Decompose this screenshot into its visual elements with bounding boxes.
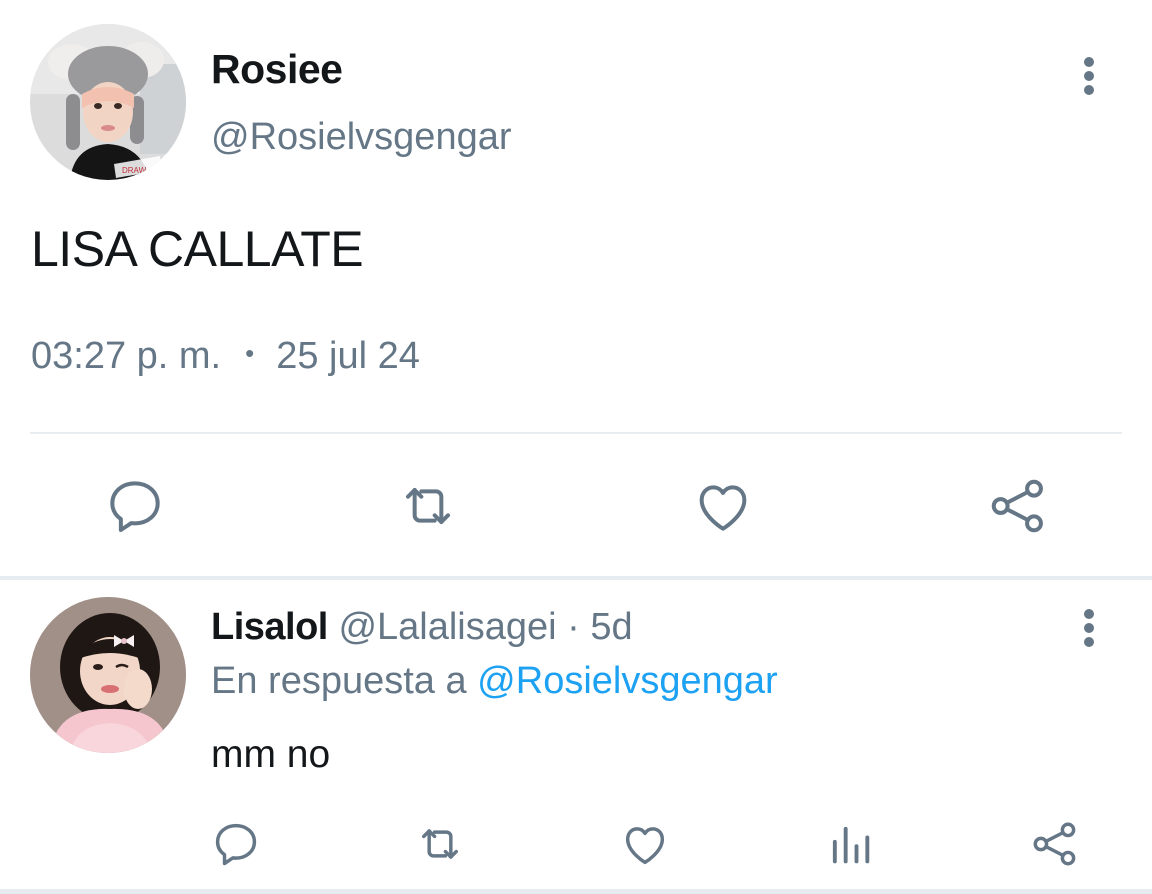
like-button[interactable] xyxy=(691,474,755,538)
share-icon xyxy=(1033,822,1076,866)
profile-photo-lisalol-icon xyxy=(30,597,186,753)
tweet-date: 25 jul 24 xyxy=(276,335,420,377)
reply-text: mm no xyxy=(211,733,331,776)
like-icon xyxy=(699,485,747,531)
reply-share-button[interactable] xyxy=(1029,818,1081,870)
reply-analytics-button[interactable] xyxy=(824,818,876,870)
reply-context: En respuesta a @Rosielvsgengar xyxy=(211,660,778,703)
reply-like-button[interactable] xyxy=(619,818,671,870)
tweet-thread: DRAW Rosiee @Rosielvsgengar LISA CALLATE… xyxy=(0,0,1152,894)
reply-retweet-button[interactable] xyxy=(414,818,466,870)
reply-separator: · xyxy=(567,606,580,648)
reply-button[interactable] xyxy=(103,474,167,538)
reply-icon xyxy=(215,823,257,866)
reply-handle[interactable]: @Lalalisagei xyxy=(338,606,556,648)
svg-text:DRAW: DRAW xyxy=(122,166,147,175)
analytics-icon xyxy=(832,826,870,864)
bottom-divider xyxy=(0,889,1152,894)
display-name[interactable]: Rosiee xyxy=(211,46,343,93)
reply-icon xyxy=(110,481,160,532)
share-button[interactable] xyxy=(986,474,1050,538)
more-vertical-icon xyxy=(1084,609,1094,647)
divider xyxy=(30,432,1122,434)
more-vertical-icon xyxy=(1084,57,1094,95)
tweet-time: 03:27 p. m. xyxy=(31,335,222,377)
retweet-icon xyxy=(406,488,450,524)
reply-more-options-button[interactable] xyxy=(1072,608,1106,648)
avatar[interactable]: DRAW xyxy=(30,24,186,180)
reply-display-name[interactable]: Lisalol xyxy=(211,606,328,648)
reply-context-prefix: En respuesta a xyxy=(211,660,467,702)
meta-separator: • xyxy=(245,338,255,368)
share-icon xyxy=(991,479,1043,533)
section-divider xyxy=(0,576,1152,580)
more-options-button[interactable] xyxy=(1072,56,1106,96)
reply-reply-button[interactable] xyxy=(210,818,262,870)
handle[interactable]: @Rosielvsgengar xyxy=(211,116,512,159)
like-icon xyxy=(625,827,665,865)
reply-mention-link[interactable]: @Rosielvsgengar xyxy=(477,660,778,702)
reply-age: 5d xyxy=(590,606,633,648)
tweet-timestamp: 03:27 p. m. • 25 jul 24 xyxy=(31,335,420,378)
reply-avatar[interactable] xyxy=(30,597,186,753)
retweet-button[interactable] xyxy=(396,474,460,538)
retweet-icon xyxy=(422,829,458,859)
reply-header: Lisalol @Lalalisagei · 5d xyxy=(211,606,633,649)
tweet-text: LISA CALLATE xyxy=(31,221,364,277)
profile-photo-rosiee-icon: DRAW xyxy=(30,24,186,180)
